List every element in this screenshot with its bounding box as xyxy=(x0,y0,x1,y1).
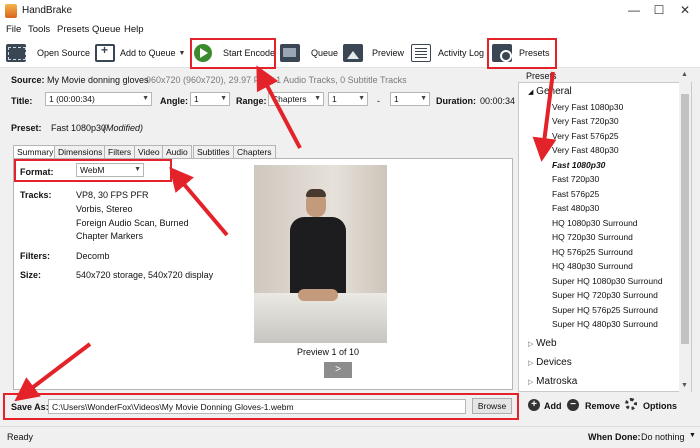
arrow-to-presets-list xyxy=(532,71,557,162)
arrow-to-format xyxy=(169,166,229,237)
arrow-to-save-as xyxy=(14,342,92,402)
arrow-to-start-encode xyxy=(256,65,302,149)
annotation-arrows xyxy=(14,65,557,402)
